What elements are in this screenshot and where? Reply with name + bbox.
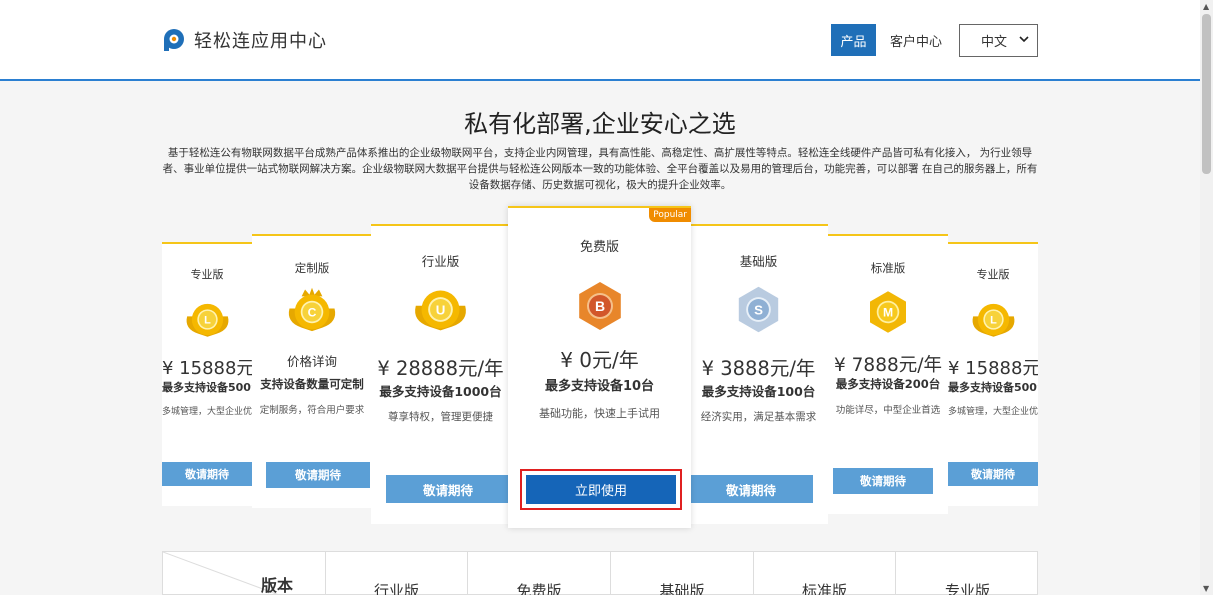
pricing-card: 定制版 C 价格详询支持设备数量可定制 定制服务，符合用户要求敬请期待	[252, 234, 372, 508]
card-plan-name: 专业版	[976, 268, 1010, 281]
card-device-limit: 最多支持设备10台	[544, 379, 655, 394]
card-device-limit: 最多支持设备500台	[948, 381, 1038, 394]
free-button-highlight: 立即使用	[520, 469, 682, 510]
card-plan-name: 定制版	[294, 261, 330, 275]
card-price: ¥ 7888元/年	[834, 355, 942, 376]
nav-product-tab[interactable]: 产品	[831, 24, 876, 56]
pricing-card: 行业版 U ¥ 28888元/年最多支持设备1000台 尊享特权，管理更便捷敬请期待	[371, 224, 510, 524]
compare-column-header: 行业版	[325, 552, 467, 595]
pricing-card: 专业版 L ¥ 15888元/年最多支持设备500台多城管理，大型企业优选敬请期待	[162, 242, 252, 506]
card-price: ¥ 3888元/年	[701, 357, 816, 380]
card-device-limit: 最多支持设备200台	[835, 377, 941, 391]
compare-column-header: 基础版	[610, 552, 753, 595]
compare-column-header: 标准版	[753, 552, 895, 595]
nav-customer-center-link[interactable]: 客户中心	[890, 24, 942, 56]
compare-column-header: 专业版	[895, 552, 1039, 595]
card-feature-text: 定制服务，符合用户要求	[259, 405, 365, 416]
card-device-limit: 最多支持设备100台	[701, 384, 816, 399]
card-price: ¥ 28888元/年	[377, 357, 504, 380]
svg-text:L: L	[990, 314, 997, 326]
logo[interactable]: 轻松连应用中心	[162, 27, 327, 53]
card-feature-text: 多城管理，大型企业优选	[162, 407, 252, 417]
card-device-limit: 最多支持设备500台	[162, 381, 252, 394]
plan-badge-icon: M	[862, 286, 914, 342]
card-price: ¥ 15888元/年	[162, 358, 252, 379]
page-scrollbar[interactable]: ▲ ▼	[1200, 0, 1213, 595]
card-plan-name: 基础版	[739, 254, 778, 269]
card-price: 价格详询	[286, 354, 337, 369]
hero-title: 私有化部署,企业安心之选	[464, 110, 736, 138]
version-compare-table: 版本 行业版 免费版 基础版 标准版 专业版	[162, 551, 1038, 595]
svg-text:L: L	[204, 314, 211, 326]
card-feature-text: 多城管理，大型企业优选	[948, 407, 1038, 417]
coming-soon-button[interactable]: 敬请期待	[833, 468, 933, 494]
plan-badge-icon: C	[286, 286, 338, 342]
svg-text:S: S	[754, 302, 763, 317]
compare-corner-label: 版本	[261, 576, 294, 595]
svg-text:M: M	[883, 305, 893, 319]
card-plan-name: 专业版	[190, 268, 224, 281]
card-feature-text: 经济实用，满足基本需求	[700, 411, 817, 423]
coming-soon-button[interactable]: 敬请期待	[689, 475, 813, 503]
hero-description: 基于轻松连公有物联网数据平台成熟产品体系推出的企业级物联网平台，支持企业内网管理…	[162, 147, 1038, 191]
svg-text:B: B	[594, 298, 604, 314]
plan-badge-icon: L	[970, 296, 1017, 347]
scrollbar-thumb[interactable]	[1202, 14, 1211, 174]
card-feature-text: 功能详尽，中型企业首选	[835, 405, 941, 416]
plan-badge-icon: L	[184, 296, 231, 347]
svg-text:U: U	[436, 302, 446, 317]
card-feature-text: 尊享特权，管理更便捷	[388, 411, 493, 423]
card-plan-name: 行业版	[421, 254, 460, 269]
card-plan-name: 免费版	[579, 240, 619, 255]
pricing-card: 基础版 S ¥ 3888元/年最多支持设备100台 经济实用，满足基本需求敬请期待	[689, 224, 828, 524]
card-plan-name: 标准版	[870, 261, 906, 275]
coming-soon-button[interactable]: 敬请期待	[266, 462, 370, 488]
card-device-limit: 支持设备数量可定制	[260, 377, 364, 391]
top-header: 轻松连应用中心 产品 客户中心 中文	[0, 0, 1200, 81]
language-selected-value: 中文	[981, 35, 1008, 50]
popular-tag: Popular	[649, 208, 691, 222]
chevron-down-icon	[1019, 34, 1029, 47]
coming-soon-button[interactable]: 敬请期待	[162, 462, 252, 486]
compare-corner-cell: 版本	[163, 552, 325, 595]
p-logo-icon	[162, 28, 186, 52]
brand-title: 轻松连应用中心	[194, 31, 327, 52]
card-price: ¥ 15888元/年	[948, 358, 1038, 379]
coming-soon-button[interactable]: 敬请期待	[948, 462, 1038, 486]
plan-badge-icon: U	[412, 281, 469, 342]
card-price: ¥ 0元/年	[560, 348, 639, 372]
scroll-up-arrow-icon[interactable]: ▲	[1203, 2, 1209, 11]
pricing-card: 专业版 L ¥ 15888元/年最多支持设备500台多城管理，大型企业优选敬请期待	[948, 242, 1038, 506]
plan-badge-icon: S	[730, 281, 787, 342]
svg-text:C: C	[308, 305, 317, 319]
card-feature-text: 基础功能，快速上手试用	[539, 407, 660, 420]
plan-badge-icon: B	[570, 276, 630, 340]
scroll-down-arrow-icon[interactable]: ▼	[1203, 584, 1209, 593]
language-select[interactable]: 中文	[959, 24, 1038, 57]
coming-soon-button[interactable]: 敬请期待	[386, 475, 510, 503]
compare-column-header: 免费版	[467, 552, 610, 595]
pricing-card: 标准版 M ¥ 7888元/年 最多支持设备200台 功能详尽，中型企业首选敬请期待	[828, 234, 948, 514]
card-device-limit: 最多支持设备1000台	[379, 384, 502, 399]
use-now-button[interactable]: 立即使用	[526, 475, 676, 504]
